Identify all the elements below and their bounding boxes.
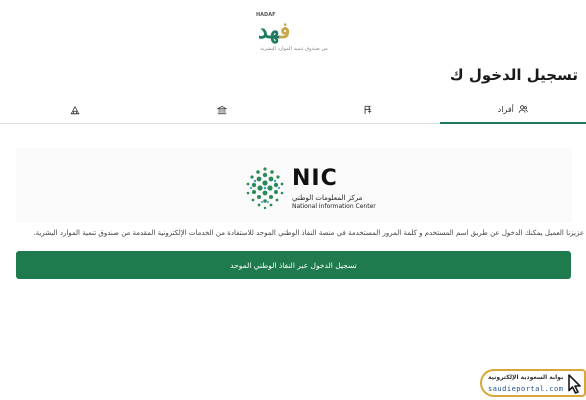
login-type-tabs: أفراد [0,96,586,124]
flag-icon [364,105,372,115]
cursor-icon [568,374,581,394]
logo-brand-ar-accent: ف [279,18,291,44]
watermark-url: saudieportal.com [488,385,564,393]
logo-tagline: من صندوق تنمية الموارد البشرية [260,46,328,52]
login-description: عزيزنا العميل يمكنك الدخول عن طريق اسم ا… [33,229,584,237]
watermark-title: بوابة السعودية الإلكترونية [488,374,564,381]
users-icon [518,105,528,113]
nic-wordmark: NIC [292,166,338,191]
tab-individuals[interactable]: أفراد [439,96,586,124]
nic-name-ar: مركز المعلومات الوطني [292,194,363,202]
tab-individuals-label: أفراد [497,104,514,114]
building-icon [70,105,80,115]
logo-brand-ar: فهد [258,18,291,44]
nic-dots-icon [246,167,284,210]
tab-establishment[interactable] [293,96,440,124]
nic-logo: NIC مركز المعلومات الوطني National Infor… [244,166,384,210]
page-title: تسجيل الدخول ك [449,66,578,84]
bank-icon [216,105,227,115]
nafath-login-button[interactable]: تسجيل الدخول عبر النفاذ الوطني الموحد [16,251,571,279]
tab-government[interactable] [147,96,294,124]
hadaf-logo[interactable]: HADAF فهد من صندوق تنمية الموارد البشرية [250,8,336,52]
saudieportal-watermark: بوابة السعودية الإلكترونية saudieportal.… [480,369,586,397]
nic-card: NIC مركز المعلومات الوطني National Infor… [16,148,572,222]
tab-entity[interactable] [0,96,147,124]
nic-name-en: National Information Center [292,203,376,210]
logo-brand-ar-main: هد [258,18,281,44]
